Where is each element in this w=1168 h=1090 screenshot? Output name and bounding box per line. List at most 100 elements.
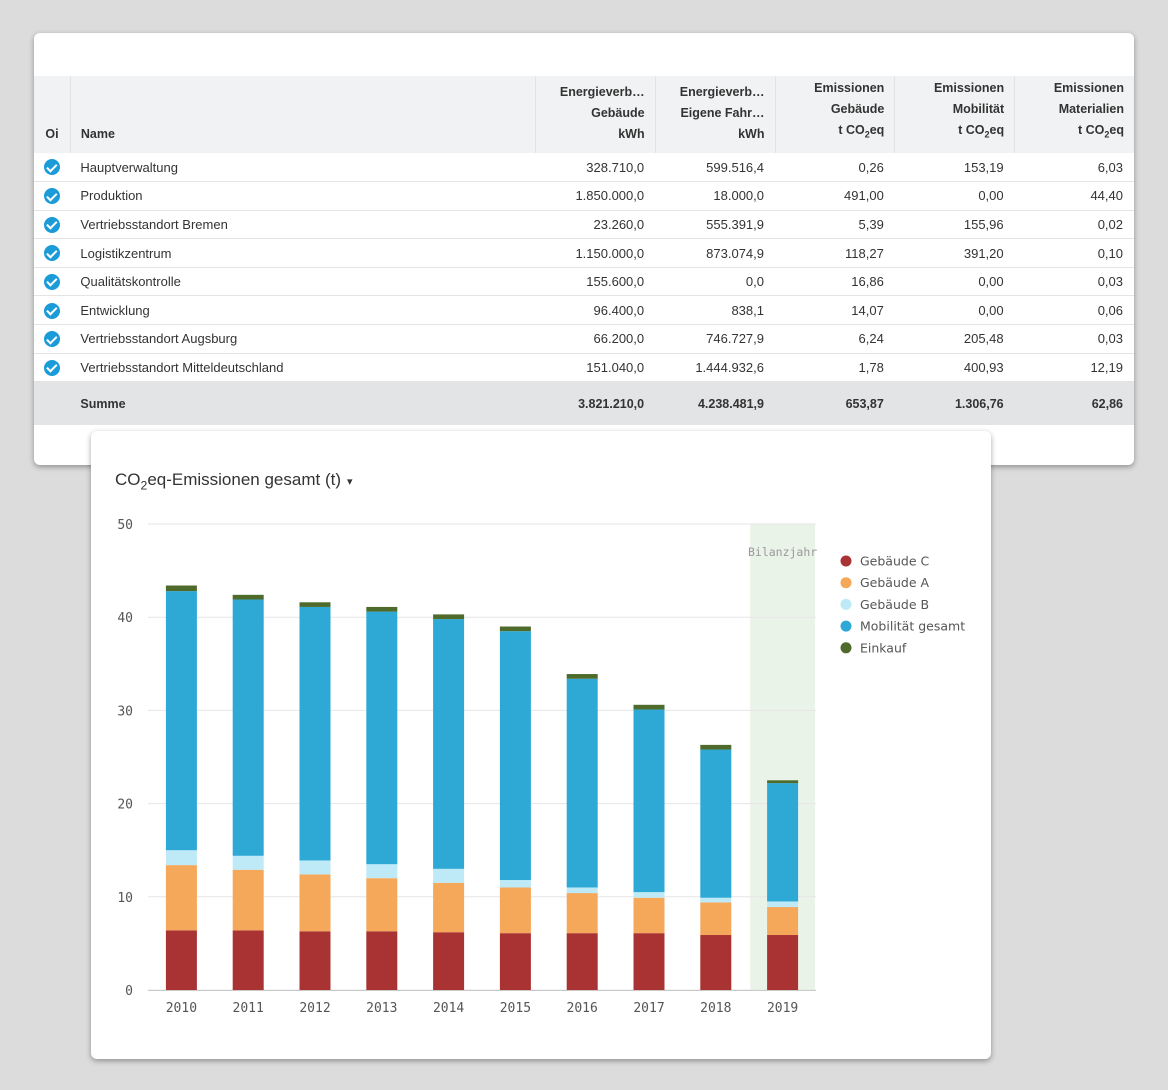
table-row[interactable]: Logistikzentrum 1.150.000,0 873.074,9 118,2… <box>34 239 1134 268</box>
bar-segment[interactable] <box>633 897 665 934</box>
bar-segment[interactable] <box>700 744 732 750</box>
bar-segment[interactable] <box>232 869 264 931</box>
check-circle-icon[interactable] <box>44 302 61 319</box>
column-header[interactable]: Name <box>70 76 536 153</box>
column-header[interactable]: Emissionen Materialien t CO2eq <box>1015 76 1134 153</box>
bar-segment[interactable] <box>299 931 331 990</box>
legend-marker[interactable] <box>840 577 852 589</box>
table-row[interactable]: Produktion 1.850.000,0 18.000,0 491,00 0,00 4… <box>34 182 1134 211</box>
bar-segment[interactable] <box>433 882 465 933</box>
bar-segment[interactable] <box>165 591 197 851</box>
bar-segment[interactable] <box>566 887 598 894</box>
bar-segment[interactable] <box>767 783 799 902</box>
bar-segment[interactable] <box>299 606 331 861</box>
row-select-cell[interactable] <box>34 353 70 382</box>
bar-segment[interactable] <box>566 674 598 679</box>
legend-item[interactable]: Gebäude C <box>860 554 929 569</box>
bar-segment[interactable] <box>232 599 264 856</box>
bar-segment[interactable] <box>433 868 465 883</box>
table-row[interactable]: Vertriebsstandort Augsburg 66.200,0 746.72… <box>34 325 1134 354</box>
table-row[interactable]: Vertriebsstandort Mitteldeutschland 151.0… <box>34 353 1134 382</box>
check-circle-icon[interactable] <box>44 331 61 348</box>
bar-segment[interactable] <box>433 932 465 990</box>
bar-segment[interactable] <box>366 878 398 932</box>
bar-segment[interactable] <box>165 930 197 990</box>
bar-segment[interactable] <box>299 602 331 607</box>
table-row[interactable]: Qualitätskontrolle 155.600,0 0,0 16,86 0,00 0… <box>34 267 1134 296</box>
bar-segment[interactable] <box>767 935 799 990</box>
table-row[interactable]: Vertriebsstandort Bremen 23.260,0 555.391,… <box>34 210 1134 239</box>
bar-segment[interactable] <box>700 897 732 903</box>
check-circle-icon[interactable] <box>44 159 61 176</box>
row-select-cell[interactable] <box>34 182 70 211</box>
bar-segment[interactable] <box>633 892 665 898</box>
check-circle-icon[interactable] <box>44 188 61 205</box>
check-circle-icon[interactable] <box>44 359 61 376</box>
check-circle-icon[interactable] <box>44 245 61 262</box>
table-row[interactable]: Hauptverwaltung 328.710,0 599.516,4 0,26 153… <box>34 153 1134 182</box>
bar-segment[interactable] <box>700 749 732 898</box>
bar-segment[interactable] <box>499 880 531 888</box>
bar-segment[interactable] <box>433 614 465 620</box>
column-header[interactable]: Energieverb… Gebäude kWh <box>535 76 656 153</box>
row-select-cell[interactable] <box>34 296 70 325</box>
bar-segment[interactable] <box>566 678 598 888</box>
bar-segment[interactable] <box>232 594 264 600</box>
chart-title-prefix: CO <box>115 470 141 489</box>
bar-segment[interactable] <box>767 901 799 908</box>
legend-item[interactable]: Mobilität gesamt <box>860 619 965 634</box>
table-cell-value: 1.850.000,0 <box>575 188 645 204</box>
bar-segment[interactable] <box>366 931 398 990</box>
chart-title-dropdown[interactable]: CO2eq-Emissionen gesamt (t) ▾ <box>115 470 353 492</box>
bar-segment[interactable] <box>299 874 331 932</box>
bar-segment[interactable] <box>499 626 531 632</box>
bar-segment[interactable] <box>499 631 531 881</box>
table-cell-value: 44,40 <box>1090 188 1123 204</box>
column-header[interactable]: Emissionen Gebäude t CO2eq <box>775 76 896 153</box>
table-cell-value: 0,02 <box>1097 216 1123 232</box>
legend-marker[interactable] <box>840 620 852 632</box>
bar-segment[interactable] <box>633 704 665 710</box>
table-row[interactable]: Entwicklung 96.400,0 838,1 14,07 0,00 0,06 <box>34 296 1134 325</box>
bar-segment[interactable] <box>566 893 598 934</box>
bar-segment[interactable] <box>165 585 197 592</box>
bar-segment[interactable] <box>165 850 197 866</box>
bar-segment[interactable] <box>165 865 197 931</box>
bar-segment[interactable] <box>566 933 598 990</box>
location-name: Vertriebsstandort Augsburg <box>80 331 238 347</box>
check-circle-icon[interactable] <box>44 216 61 233</box>
bar-segment[interactable] <box>232 855 264 870</box>
table-sum-row: Summe 3.821.210,0 4.238.481,9 653,87 1.306,7… <box>34 381 1134 425</box>
bar-segment[interactable] <box>232 930 264 990</box>
bar-segment[interactable] <box>633 933 665 990</box>
location-name: Vertriebsstandort Mitteldeutschland <box>80 359 284 375</box>
legend-marker[interactable] <box>840 642 852 654</box>
column-header[interactable]: Energieverb… Eigene Fahr… kWh <box>655 76 776 153</box>
legend-item[interactable]: Gebäude A <box>860 575 929 590</box>
bar-segment[interactable] <box>767 907 799 936</box>
column-header[interactable]: Oi <box>34 76 71 153</box>
bar-segment[interactable] <box>366 864 398 879</box>
row-select-cell[interactable] <box>34 210 70 239</box>
bar-segment[interactable] <box>633 709 665 893</box>
row-select-cell[interactable] <box>34 267 70 296</box>
bar-segment[interactable] <box>366 611 398 865</box>
bar-segment[interactable] <box>767 780 799 784</box>
bar-segment[interactable] <box>433 619 465 869</box>
column-header[interactable]: Emissionen Mobilität t CO2eq <box>894 76 1016 153</box>
check-circle-icon[interactable] <box>44 273 61 290</box>
table-cell-value: 66.200,0 <box>593 331 645 347</box>
legend-item[interactable]: Gebäude B <box>860 597 929 612</box>
row-select-cell[interactable] <box>34 153 70 182</box>
bar-segment[interactable] <box>700 902 732 936</box>
bar-segment[interactable] <box>499 933 531 990</box>
bar-segment[interactable] <box>366 606 398 612</box>
legend-marker[interactable] <box>840 555 852 567</box>
bar-segment[interactable] <box>499 887 531 934</box>
legend-marker[interactable] <box>840 598 852 610</box>
bar-segment[interactable] <box>700 935 732 990</box>
row-select-cell[interactable] <box>34 239 70 268</box>
bar-segment[interactable] <box>299 860 331 875</box>
legend-item[interactable]: Einkauf <box>860 640 907 655</box>
row-select-cell[interactable] <box>34 325 70 354</box>
